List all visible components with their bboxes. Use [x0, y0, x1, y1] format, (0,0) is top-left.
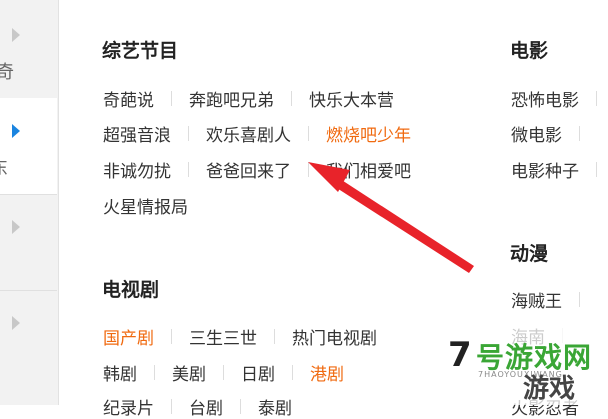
watermark-tagline: 游戏 — [523, 374, 576, 404]
watermark-number: 7 — [448, 335, 472, 375]
